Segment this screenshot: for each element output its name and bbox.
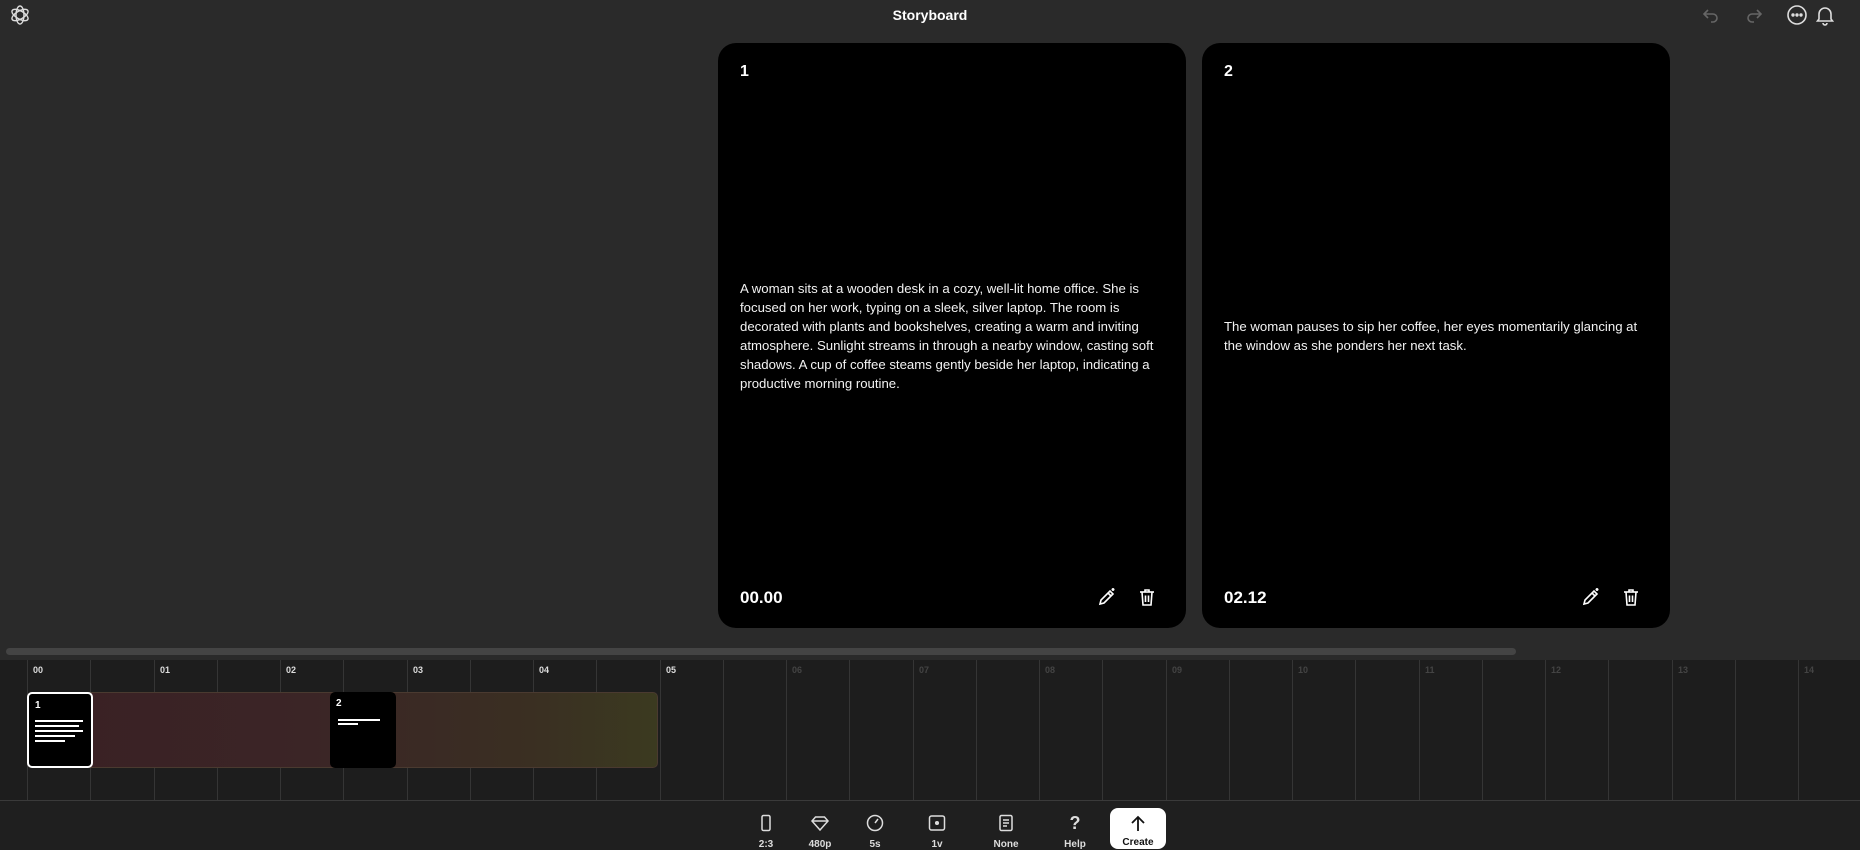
variations-button[interactable]: 1v	[912, 807, 962, 850]
aspect-ratio-label: 2:3	[758, 839, 774, 850]
clip-number: 2	[336, 698, 342, 709]
edit-card-button[interactable]	[1094, 584, 1120, 610]
timeline-major-tick	[786, 660, 787, 800]
undo-icon	[1702, 9, 1718, 23]
timeline-clip-1[interactable]: 1	[27, 692, 93, 768]
edit-card-button[interactable]	[1578, 584, 1604, 610]
timeline-tick-label: 06	[792, 665, 803, 675]
timeline-tick-label: 13	[1678, 665, 1689, 675]
more-horizontal-icon	[1787, 5, 1807, 25]
timeline-tick-label: 09	[1172, 665, 1183, 675]
create-button[interactable]: Create	[1110, 808, 1166, 849]
clip-text-line	[35, 735, 75, 737]
delete-card-button[interactable]	[1134, 584, 1160, 610]
aspect-ratio-icon	[756, 813, 776, 833]
timeline-tick-label: 11	[1425, 665, 1435, 675]
undo-button[interactable]	[1699, 3, 1723, 27]
storyboard-card-1[interactable]: 1 A woman sits at a wooden desk in a coz…	[718, 43, 1186, 628]
card-description-text: The woman pauses to sip her coffee, her …	[1224, 318, 1638, 353]
timeline-major-tick	[660, 660, 661, 800]
timeline-minor-tick	[1229, 660, 1230, 800]
bottom-toolbar: 2:3 480p 5s 1v None ? Help Create	[0, 800, 1860, 850]
duration-timer-icon	[865, 813, 885, 833]
preset-icon	[996, 813, 1016, 833]
duration-button[interactable]: 5s	[850, 807, 900, 850]
clip-text-line	[35, 725, 79, 727]
more-options-button[interactable]	[1785, 3, 1809, 27]
top-bar: Storyboard	[0, 0, 1860, 30]
timeline-major-tick	[913, 660, 914, 800]
timeline-major-tick	[1039, 660, 1040, 800]
timeline[interactable]: 1 2 00 01 02 03 04 05 06 07 08 09 10 11 12 13 14	[0, 660, 1860, 800]
card-description-text: A woman sits at a wooden desk in a cozy,…	[740, 280, 1154, 391]
bell-icon	[1815, 7, 1835, 26]
timeline-tick-label: 00	[33, 665, 44, 675]
preset-label: None	[993, 839, 1019, 850]
timeline-tick-label: 01	[160, 665, 171, 675]
resolution-label: 480p	[808, 839, 832, 850]
arrow-up-icon	[1128, 814, 1148, 834]
timeline-major-tick	[1672, 660, 1673, 800]
timeline-minor-tick	[1102, 660, 1103, 800]
help-label: Help	[1064, 839, 1086, 850]
trash-icon	[1624, 589, 1638, 606]
card-description[interactable]: The woman pauses to sip her coffee, her …	[1224, 43, 1648, 628]
timeline-tick-label: 08	[1045, 665, 1056, 675]
magic-pencil-icon	[1582, 588, 1599, 606]
variations-label: 1v	[931, 839, 943, 850]
redo-icon	[1747, 9, 1763, 23]
create-label: Create	[1122, 837, 1154, 848]
resolution-diamond-icon	[810, 813, 830, 833]
delete-card-button[interactable]	[1618, 584, 1644, 610]
aspect-ratio-button[interactable]: 2:3	[741, 807, 791, 850]
timeline-tick-label: 04	[539, 665, 550, 675]
card-description[interactable]: A woman sits at a wooden desk in a cozy,…	[740, 43, 1164, 628]
help-icon: ?	[1069, 812, 1081, 833]
clip-text-line	[338, 723, 358, 725]
storyboard-card-2[interactable]: 2 The woman pauses to sip her coffee, he…	[1202, 43, 1670, 628]
card-timestamp: 02.12	[1224, 588, 1267, 607]
trash-icon	[1140, 589, 1154, 606]
clip-text-line	[35, 720, 83, 722]
timeline-major-tick	[1798, 660, 1799, 800]
timeline-tick-label: 14	[1804, 665, 1815, 675]
timeline-minor-tick	[976, 660, 977, 800]
timeline-tick-label: 05	[666, 665, 677, 675]
timeline-major-tick	[1419, 660, 1420, 800]
timeline-major-tick	[1292, 660, 1293, 800]
timeline-minor-tick	[1355, 660, 1356, 800]
openai-logo-icon[interactable]	[8, 3, 32, 27]
magic-pencil-icon	[1098, 588, 1115, 606]
timeline-major-tick	[1166, 660, 1167, 800]
clip-number: 1	[35, 700, 41, 711]
timeline-major-tick	[1545, 660, 1546, 800]
timeline-tick-label: 03	[413, 665, 424, 675]
page-title: Storyboard	[892, 7, 968, 23]
duration-label: 5s	[869, 839, 881, 850]
card-timestamp: 00.00	[740, 588, 783, 607]
timeline-minor-tick	[723, 660, 724, 800]
horizontal-scrollbar[interactable]	[6, 648, 1516, 655]
timeline-tick-label: 10	[1298, 665, 1309, 675]
timeline-minor-tick	[1482, 660, 1483, 800]
timeline-tick-label: 12	[1551, 665, 1562, 675]
storyboard-canvas: 1 A woman sits at a wooden desk in a coz…	[0, 30, 1860, 645]
clip-text-line	[35, 740, 65, 742]
timeline-tick-label: 07	[919, 665, 930, 675]
notifications-button[interactable]	[1813, 3, 1837, 27]
timeline-tick-label: 02	[286, 665, 297, 675]
timeline-minor-tick	[1608, 660, 1609, 800]
help-button[interactable]: ? Help	[1050, 807, 1100, 850]
redo-button[interactable]	[1742, 3, 1766, 27]
variations-icon	[927, 813, 947, 833]
timeline-clip-2[interactable]: 2	[330, 692, 396, 768]
resolution-button[interactable]: 480p	[795, 807, 845, 850]
clip-text-line	[338, 719, 380, 721]
preset-button[interactable]: None	[981, 807, 1031, 850]
timeline-minor-tick	[849, 660, 850, 800]
timeline-minor-tick	[1735, 660, 1736, 800]
clip-text-line	[35, 730, 83, 732]
